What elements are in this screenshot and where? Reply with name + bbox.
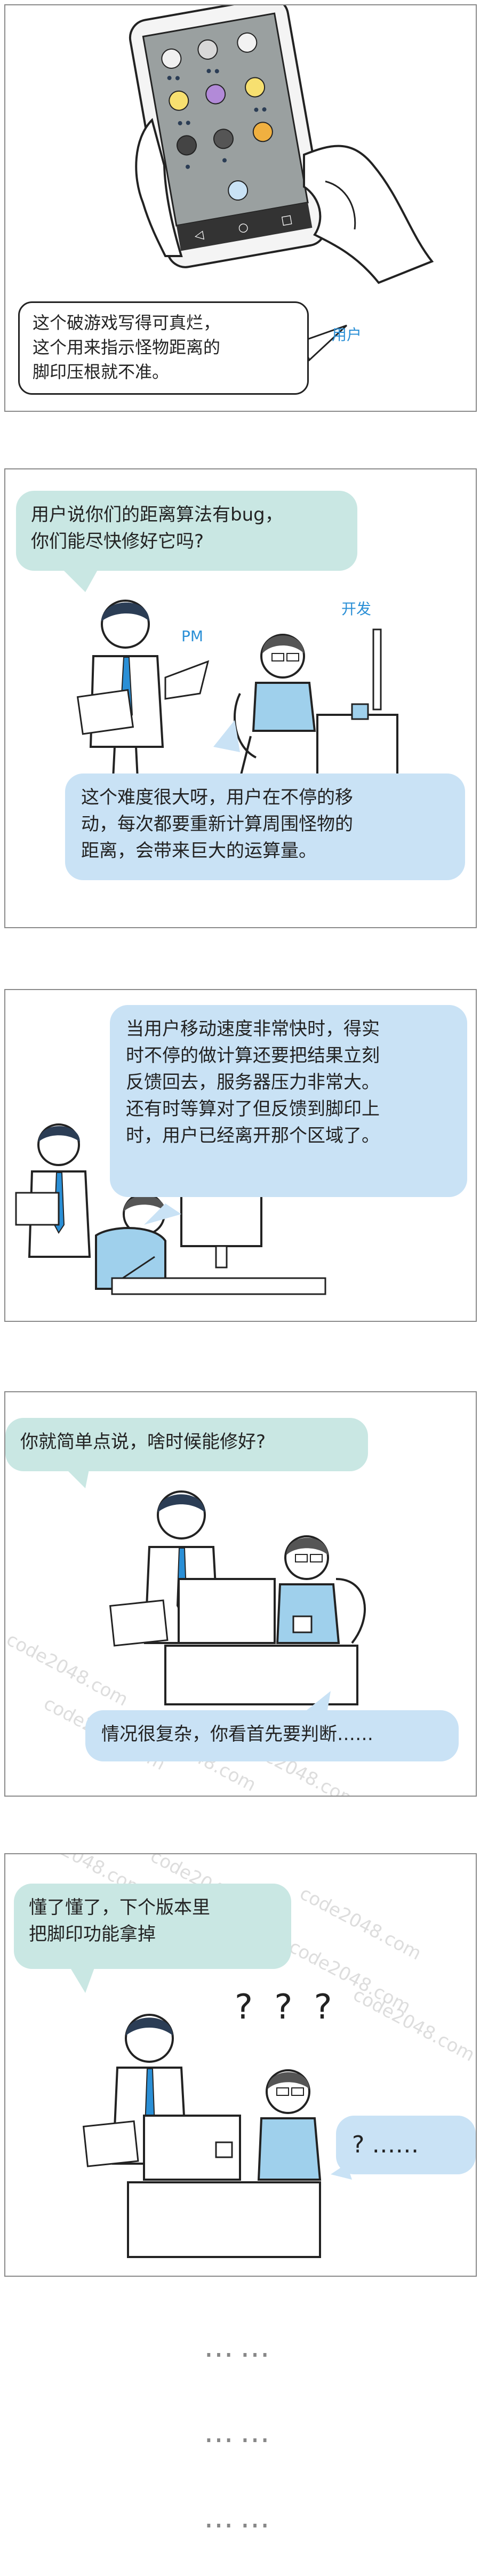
developer-speech-line: 距离，会带来巨大的运算量。 [81, 840, 317, 862]
pm-decision-line: 懂了懂了，下个版本里 [29, 1897, 210, 1918]
pm-label: PM [181, 627, 204, 645]
pm-question-bubble: 你就简单点说，啥时候能修好? [5, 1418, 368, 1471]
developer-reply-text: 情况很复杂，你看首先要判断…… [101, 1724, 373, 1745]
ellipsis-divider: …… [204, 2500, 276, 2535]
user-speech-bubble: 这个破游戏写得可真烂， 这个用来指示怪物距离的 脚印压根就不准。 [18, 301, 309, 395]
user-speech-line: 这个破游戏写得可真烂， [33, 313, 221, 333]
developer-confused-text: ? …… [352, 2131, 419, 2158]
developer-speech-bubble: 这个难度很大呀，用户在不停的移 动，每次都要重新计算周围怪物的 距离，会带来巨大… [65, 773, 465, 880]
pm-speech-bubble: 用户说你们的距离算法有bug， 你们能尽快修好它吗? [16, 491, 357, 571]
pm-question-text: 你就简单点说，啥时候能修好? [20, 1431, 266, 1453]
developer-explanation-line: 还有时等算对了但反馈到脚印上 [126, 1098, 380, 1120]
developer-label: 开发 [341, 600, 372, 618]
developer-reply-bubble: 情况很复杂，你看首先要判断…… [85, 1710, 459, 1761]
developer-explanation-line: 时不停的做计算还要把结果立刻 [126, 1045, 380, 1066]
pm-decision-line: 把脚印功能拿掉 [29, 1924, 156, 1945]
developer-explanation-bubble: 当用户移动速度非常快时，得实 时不停的做计算还要把结果立刻 反馈回去，服务器压力… [110, 1005, 467, 1197]
ellipsis-divider: …… [204, 2330, 276, 2364]
comic-panel-3: 当用户移动速度非常快时，得实 时不停的做计算还要把结果立刻 反馈回去，服务器压力… [4, 989, 477, 1322]
question-marks: ? ? ? [235, 1988, 338, 2027]
svg-text:□: □ [280, 212, 293, 227]
pm-speech-line: 用户说你们的距离算法有bug， [31, 504, 283, 525]
user-speech-line: 脚印压根就不准。 [33, 362, 170, 382]
user-label: 用户 [332, 326, 362, 344]
comic-panel-2: 用户说你们的距离算法有bug， 你们能尽快修好它吗? PM 开发 这个难度很大呀… [4, 468, 477, 928]
developer-confused-bubble: ? …… [336, 2116, 476, 2174]
developer-speech-line: 这个难度很大呀，用户在不停的移 [81, 787, 353, 808]
pm-speech-line: 你们能尽快修好它吗? [31, 531, 204, 552]
comic-panel-4: code2048.com code2048.com code2048.com c… [4, 1391, 477, 1797]
comic-panel-5: code2048.com code2048.com code2048.com c… [4, 1853, 477, 2277]
developer-explanation-line: 当用户移动速度非常快时，得实 [126, 1018, 380, 1040]
developer-explanation-line: 反馈回去，服务器压力非常大。 [126, 1072, 380, 1093]
user-speech-line: 这个用来指示怪物距离的 [33, 337, 221, 357]
developer-speech-line: 动，每次都要重新计算周围怪物的 [81, 814, 353, 835]
ellipsis-divider: …… [204, 2415, 276, 2450]
developer-explanation-line: 时，用户已经离开那个区域了。 [126, 1125, 380, 1146]
pm-decision-bubble: 懂了懂了，下个版本里 把脚印功能拿掉 [14, 1884, 291, 1969]
comic-panel-1: ◁ ○ □ 这个破游戏写得可真烂， 这个用来指示怪物距离的 脚印压根就不准。 用… [4, 4, 477, 412]
